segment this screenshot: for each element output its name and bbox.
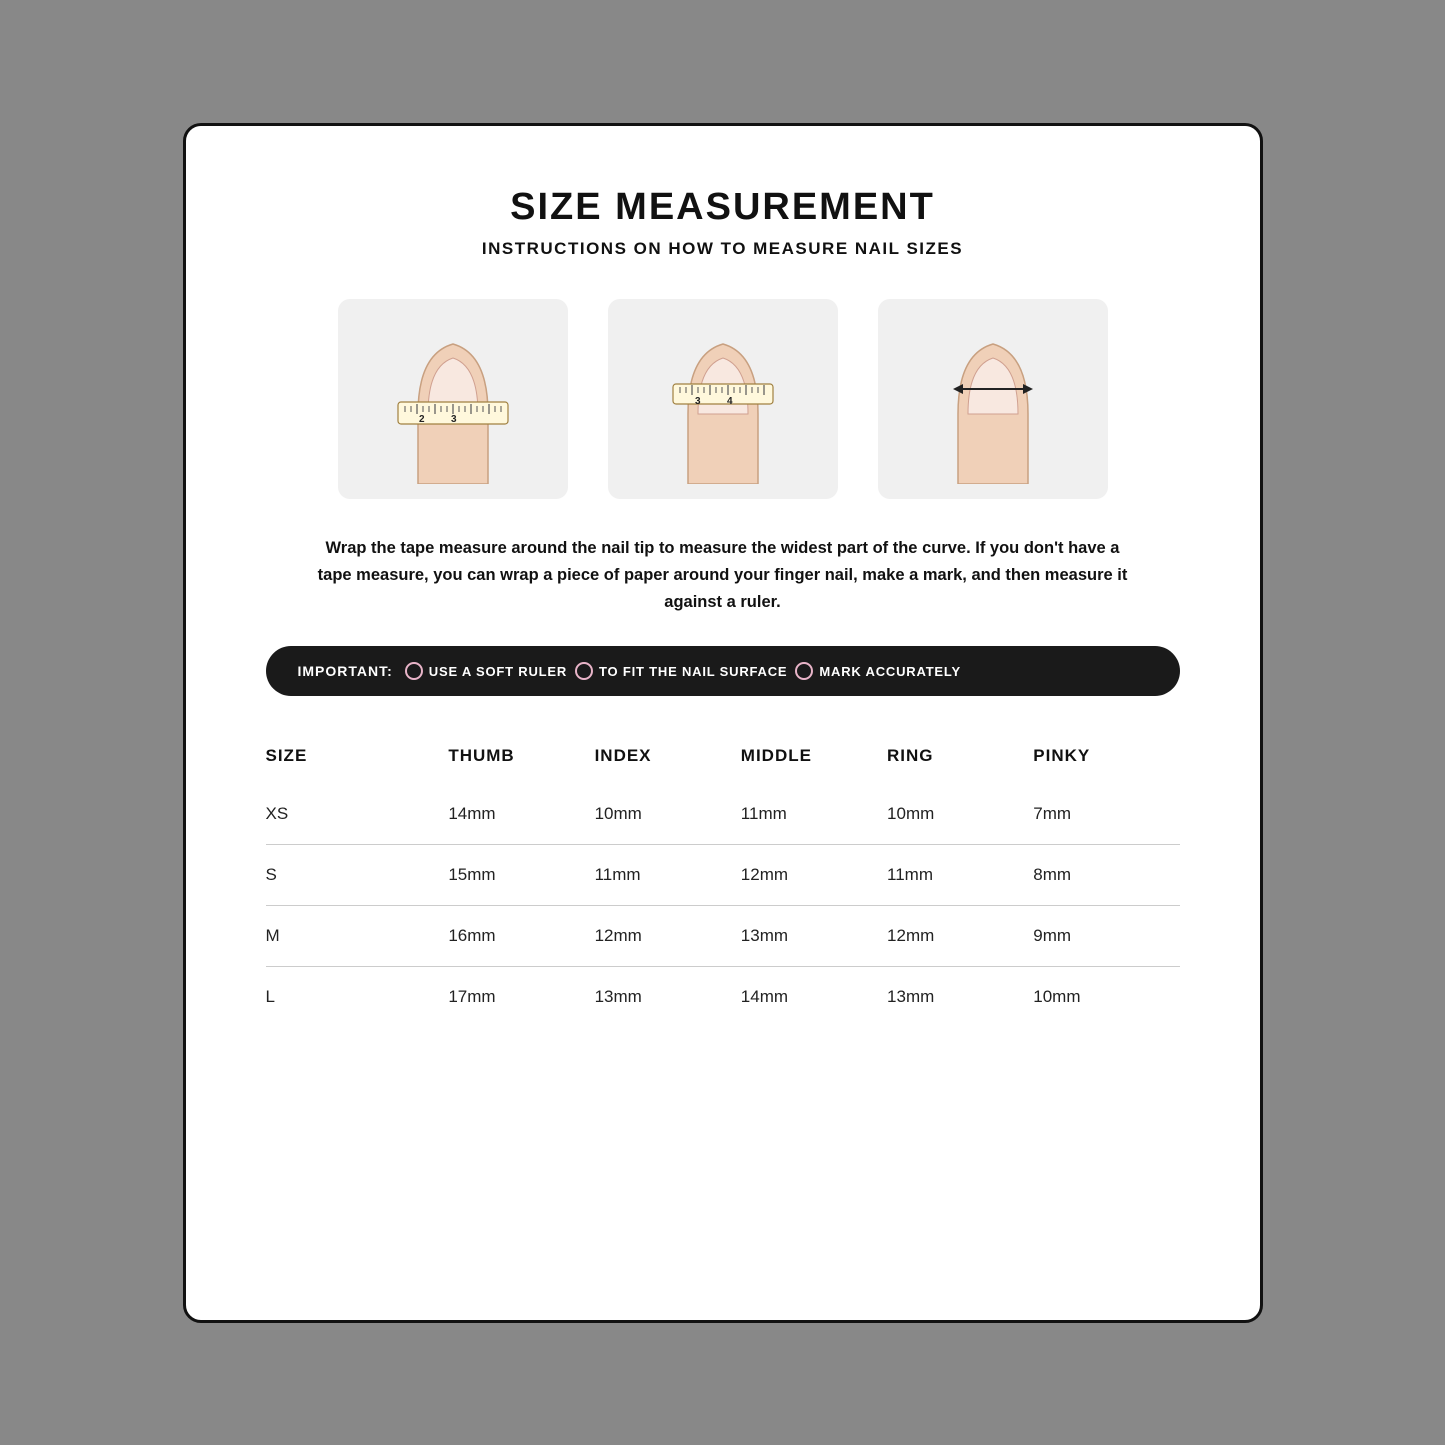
description-text: Wrap the tape measure around the nail ti… — [313, 535, 1133, 617]
table-cell-r2-c0: M — [266, 906, 449, 967]
table-row: XS14mm10mm11mm10mm7mm — [266, 784, 1180, 845]
col-header-thumb: THUMB — [448, 736, 594, 784]
table-cell-r1-c5: 8mm — [1033, 845, 1179, 906]
table-cell-r3-c1: 17mm — [448, 967, 594, 1028]
important-item-3: MARK ACCURATELY — [795, 662, 961, 680]
nail-illustrations: 2 3 — [266, 299, 1180, 499]
table-cell-r2-c4: 12mm — [887, 906, 1033, 967]
size-table: SIZE THUMB INDEX MIDDLE RING PINKY XS14m… — [266, 736, 1180, 1027]
header-row: SIZE THUMB INDEX MIDDLE RING PINKY — [266, 736, 1180, 784]
main-card: SIZE MEASUREMENT INSTRUCTIONS ON HOW TO … — [183, 123, 1263, 1323]
important-text-3: MARK ACCURATELY — [819, 664, 961, 679]
table-cell-r0-c0: XS — [266, 784, 449, 845]
table-cell-r3-c3: 14mm — [741, 967, 887, 1028]
table-cell-r3-c2: 13mm — [595, 967, 741, 1028]
table-cell-r1-c4: 11mm — [887, 845, 1033, 906]
nail-illustration-1: 2 3 — [338, 299, 568, 499]
table-cell-r2-c3: 13mm — [741, 906, 887, 967]
table-cell-r2-c2: 12mm — [595, 906, 741, 967]
table-cell-r3-c0: L — [266, 967, 449, 1028]
important-circle-1 — [405, 662, 423, 680]
table-cell-r0-c5: 7mm — [1033, 784, 1179, 845]
table-cell-r3-c5: 10mm — [1033, 967, 1179, 1028]
important-text-2: TO FIT THE NAIL SURFACE — [599, 664, 787, 679]
table-cell-r3-c4: 13mm — [887, 967, 1033, 1028]
table-row: L17mm13mm14mm13mm10mm — [266, 967, 1180, 1028]
important-item-2: TO FIT THE NAIL SURFACE — [575, 662, 787, 680]
important-circle-3 — [795, 662, 813, 680]
important-item-1: USE A SOFT RULER — [405, 662, 567, 680]
table-cell-r0-c1: 14mm — [448, 784, 594, 845]
col-header-middle: MIDDLE — [741, 736, 887, 784]
page-subtitle: INSTRUCTIONS ON HOW TO MEASURE NAIL SIZE… — [266, 239, 1180, 259]
col-header-ring: RING — [887, 736, 1033, 784]
col-header-pinky: PINKY — [1033, 736, 1179, 784]
table-body: XS14mm10mm11mm10mm7mmS15mm11mm12mm11mm8m… — [266, 784, 1180, 1027]
table-cell-r0-c2: 10mm — [595, 784, 741, 845]
svg-text:3: 3 — [451, 414, 457, 425]
important-label: IMPORTANT: — [298, 663, 393, 679]
table-cell-r1-c0: S — [266, 845, 449, 906]
nail-illustration-3 — [878, 299, 1108, 499]
col-header-index: INDEX — [595, 736, 741, 784]
important-circle-2 — [575, 662, 593, 680]
table-cell-r1-c2: 11mm — [595, 845, 741, 906]
svg-text:4: 4 — [727, 396, 733, 407]
svg-text:2: 2 — [419, 414, 425, 425]
table-row: S15mm11mm12mm11mm8mm — [266, 845, 1180, 906]
table-row: M16mm12mm13mm12mm9mm — [266, 906, 1180, 967]
important-bar: IMPORTANT: USE A SOFT RULER TO FIT THE N… — [266, 646, 1180, 696]
col-header-size: SIZE — [266, 736, 449, 784]
page-title: SIZE MEASUREMENT — [266, 186, 1180, 229]
table-cell-r2-c5: 9mm — [1033, 906, 1179, 967]
important-text-1: USE A SOFT RULER — [429, 664, 567, 679]
table-cell-r0-c4: 10mm — [887, 784, 1033, 845]
table-cell-r1-c1: 15mm — [448, 845, 594, 906]
table-cell-r0-c3: 11mm — [741, 784, 887, 845]
table-header: SIZE THUMB INDEX MIDDLE RING PINKY — [266, 736, 1180, 784]
table-cell-r2-c1: 16mm — [448, 906, 594, 967]
nail-illustration-2: 3 4 — [608, 299, 838, 499]
table-cell-r1-c3: 12mm — [741, 845, 887, 906]
svg-text:3: 3 — [695, 396, 701, 407]
